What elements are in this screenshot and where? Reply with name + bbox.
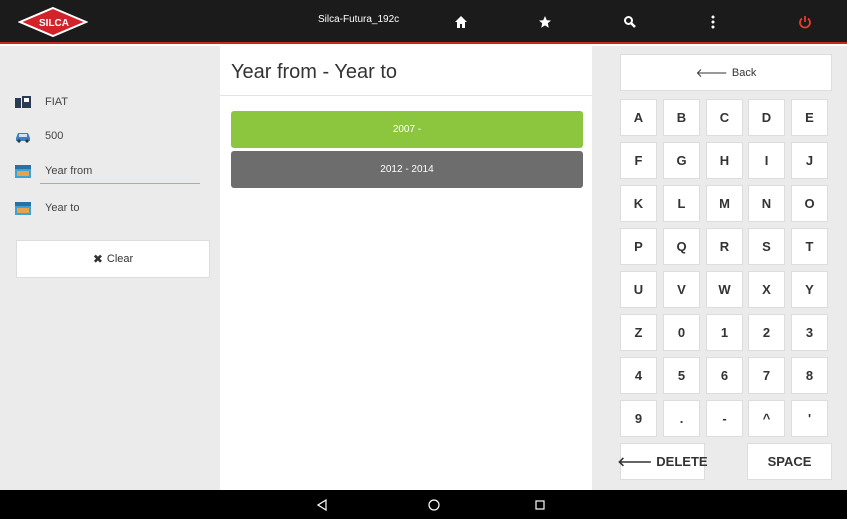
space-key[interactable]: SPACE [747, 443, 832, 480]
key[interactable]: N [748, 185, 785, 222]
key[interactable]: G [663, 142, 700, 179]
space-label: SPACE [767, 454, 812, 469]
year-range-option[interactable]: 2007 - [231, 111, 583, 148]
key[interactable]: - [706, 400, 743, 437]
keyboard-panel: 🡐 Back ABCDE FGHIJ KLMNO PQRST UVWXY Z0123 456… [592, 46, 847, 490]
silca-logo: SILCA [18, 6, 88, 38]
selection-panel: FIAT 500 Year from Year to ✖ Clear [0, 46, 220, 490]
key[interactable]: 7 [748, 357, 785, 394]
car-icon [16, 133, 30, 143]
close-icon: ✖ [92, 252, 103, 266]
key[interactable]: 3 [791, 314, 828, 351]
key[interactable]: 8 [791, 357, 828, 394]
back-label: Back [731, 66, 757, 79]
results-panel: Year from - Year to 2007 - 2012 - 2014 [220, 46, 592, 490]
key[interactable]: D [748, 99, 785, 136]
arrow-left-icon: 🡐 [695, 66, 728, 80]
search-icon[interactable] [620, 12, 640, 32]
key[interactable]: V [663, 271, 700, 308]
key[interactable]: U [620, 271, 657, 308]
key[interactable]: W [706, 271, 743, 308]
delete-label: DELETE [656, 454, 708, 469]
home-icon[interactable] [451, 12, 471, 32]
key[interactable]: C [706, 99, 743, 136]
divider [220, 95, 592, 96]
active-underline [40, 183, 200, 184]
key[interactable]: 6 [706, 357, 743, 394]
key[interactable]: 4 [620, 357, 657, 394]
key[interactable]: 0 [663, 314, 700, 351]
delete-key[interactable]: 🡐 DELETE [617, 443, 708, 480]
svg-text:SILCA: SILCA [39, 18, 69, 29]
system-nav-bar [0, 490, 847, 519]
key[interactable]: E [791, 99, 828, 136]
key[interactable]: F [620, 142, 657, 179]
key[interactable]: ' [791, 400, 828, 437]
key[interactable]: M [706, 185, 743, 222]
key[interactable]: K [620, 185, 657, 222]
breadcrumb-year-to[interactable]: Year to [14, 195, 79, 221]
key[interactable]: A [620, 99, 657, 136]
power-icon[interactable] [795, 12, 815, 32]
key[interactable]: H [706, 142, 743, 179]
key[interactable]: R [706, 228, 743, 265]
calendar-icon [15, 165, 31, 178]
year-range-option[interactable]: 2012 - 2014 [231, 151, 583, 188]
breadcrumb-label: 500 [45, 130, 64, 142]
key[interactable]: 1 [706, 314, 743, 351]
key[interactable]: P [620, 228, 657, 265]
key[interactable]: X [748, 271, 785, 308]
arrow-left-icon: 🡐 [617, 453, 653, 469]
clear-button[interactable]: ✖ Clear [16, 240, 210, 278]
key[interactable]: ^ [748, 400, 785, 437]
key[interactable]: . [663, 400, 700, 437]
breadcrumb-year-from[interactable]: Year from [14, 158, 92, 184]
key[interactable]: L [663, 185, 700, 222]
more-vert-icon[interactable] [703, 12, 723, 32]
clear-label: Clear [106, 253, 134, 265]
key[interactable]: T [791, 228, 828, 265]
breadcrumb-make[interactable]: FIAT [14, 89, 68, 115]
back-button[interactable]: 🡐 Back [620, 54, 832, 91]
calendar-icon [15, 202, 31, 215]
page-title: Year from - Year to [231, 61, 398, 83]
key[interactable]: 2 [748, 314, 785, 351]
star-icon[interactable] [535, 12, 555, 32]
key[interactable]: S [748, 228, 785, 265]
device-name: Silca-Futura_192c [318, 14, 400, 25]
key[interactable]: 9 [620, 400, 657, 437]
breadcrumb-label: Year to [45, 202, 80, 214]
back-icon[interactable] [313, 496, 331, 514]
key[interactable]: Y [791, 271, 828, 308]
key[interactable]: I [748, 142, 785, 179]
top-bar: SILCA Silca-Futura_192c [0, 0, 847, 44]
key[interactable]: Z [620, 314, 657, 351]
home-circle-icon[interactable] [425, 496, 443, 514]
key[interactable]: 5 [663, 357, 700, 394]
key[interactable]: B [663, 99, 700, 136]
breadcrumb-label: FIAT [45, 96, 69, 108]
car-brand-icon [15, 96, 31, 108]
key[interactable]: Q [663, 228, 700, 265]
key[interactable]: J [791, 142, 828, 179]
breadcrumb-model[interactable]: 500 [14, 123, 63, 149]
key[interactable]: O [791, 185, 828, 222]
breadcrumb-label: Year from [45, 165, 93, 177]
recents-icon[interactable] [531, 496, 549, 514]
